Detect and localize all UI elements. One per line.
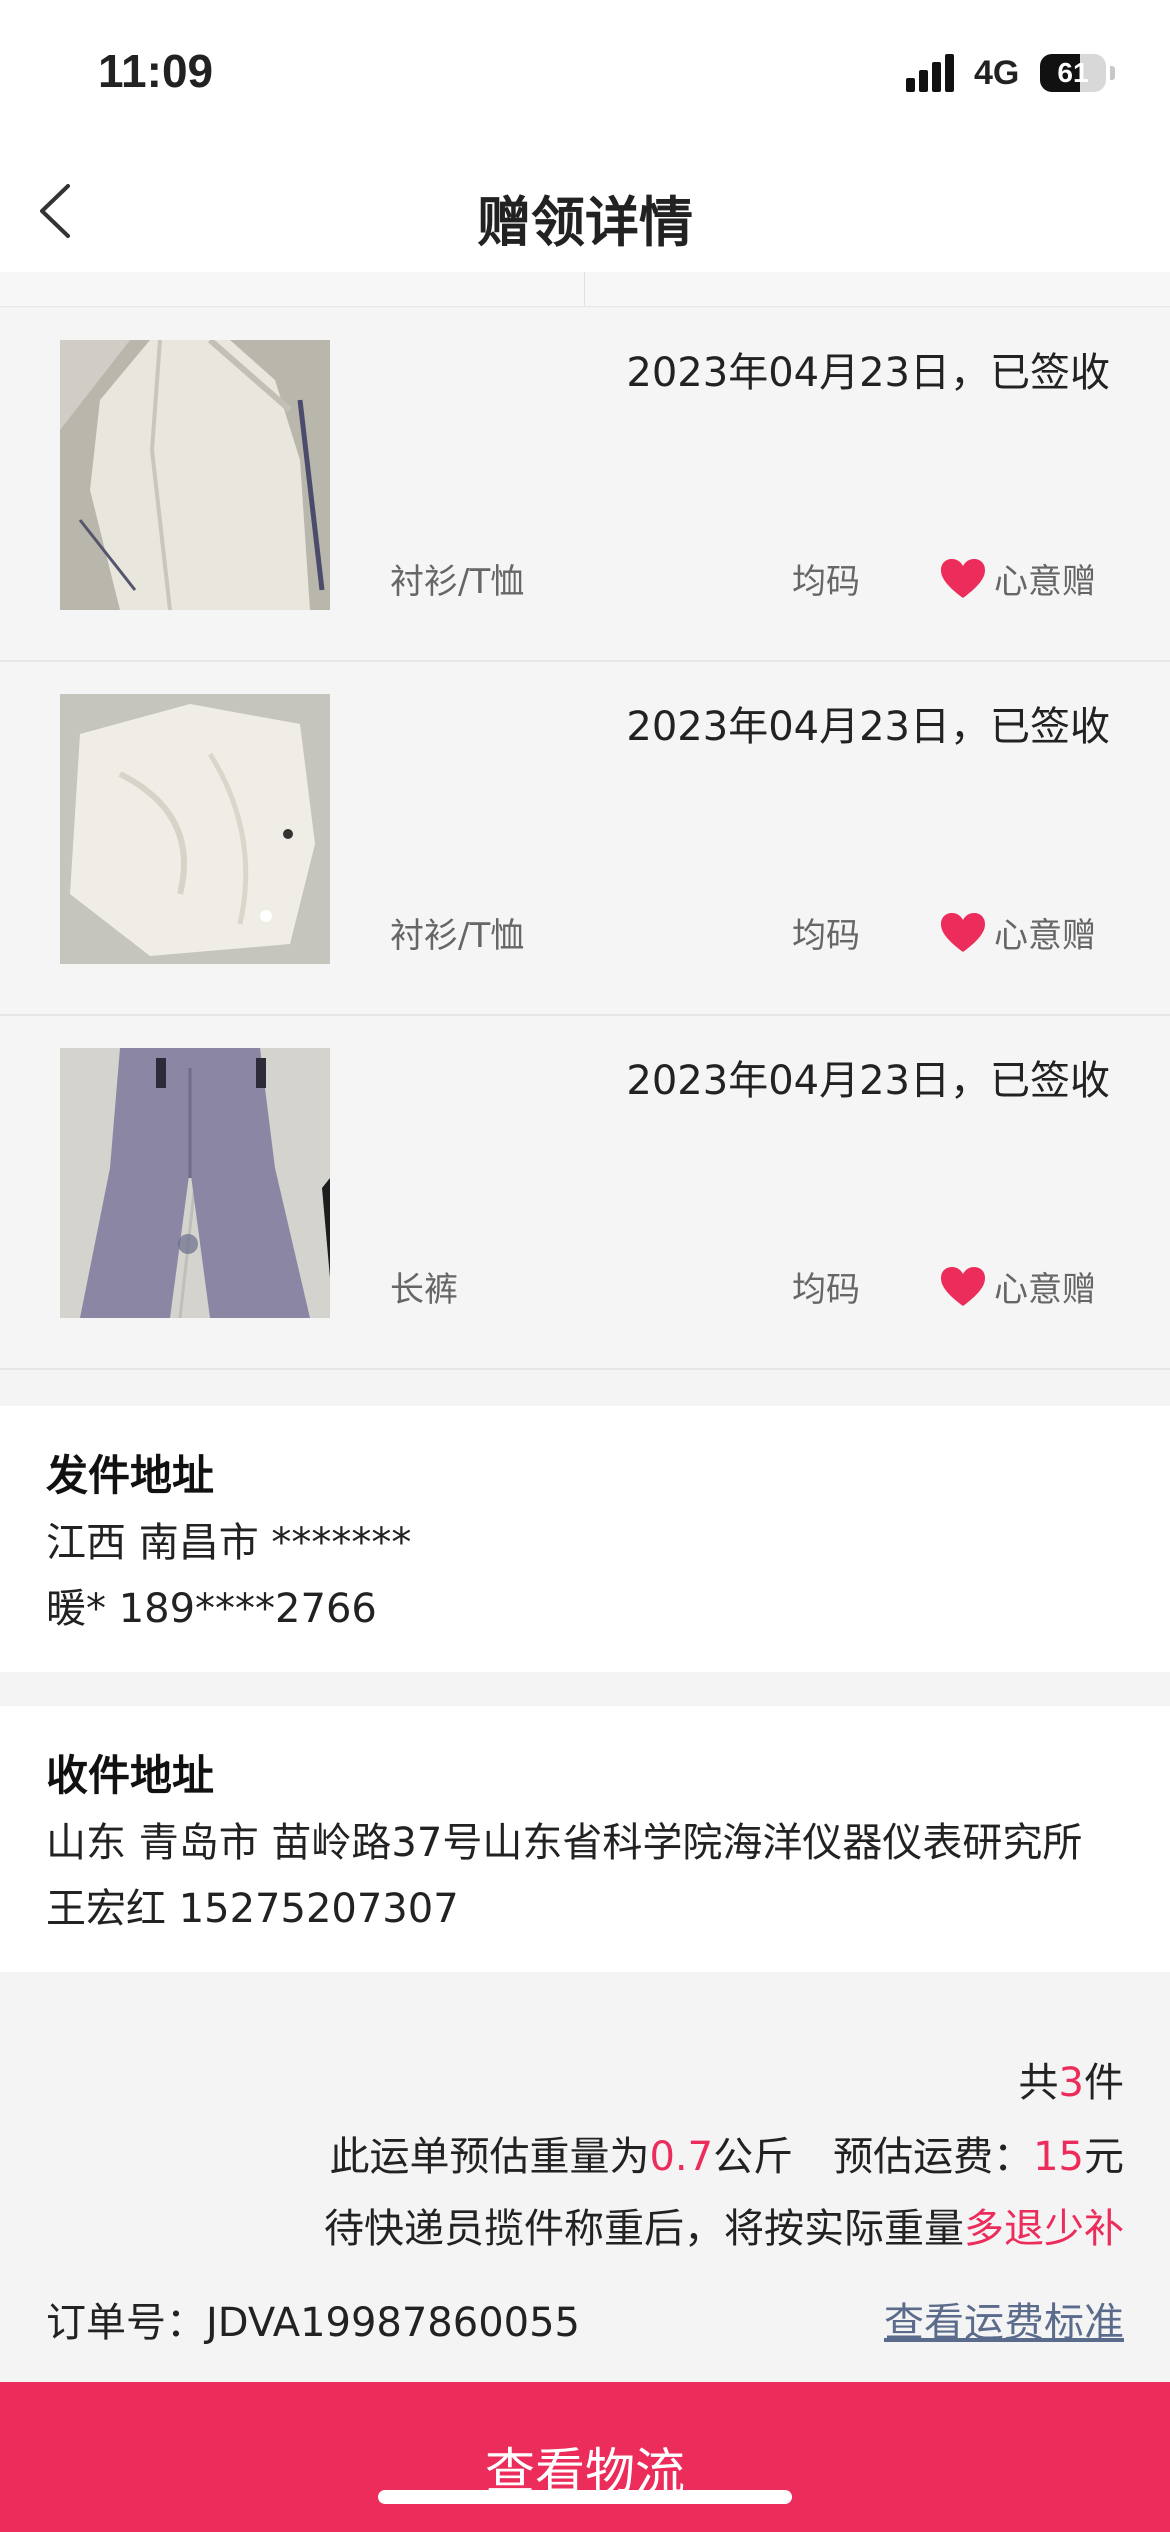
note-prefix: 待快递员揽件称重后，将按实际重量 <box>324 2206 964 2252</box>
gift-item[interactable]: 2023年04月23日，已签收 长裤 均码 心意赠 <box>0 1016 1170 1370</box>
heart-icon <box>941 559 985 598</box>
weight-prefix: 此运单预估重量为 <box>329 2134 650 2180</box>
item-size: 均码 <box>792 1270 860 1310</box>
item-photo <box>60 340 330 610</box>
fee-label: 预估运费： <box>833 2134 1034 2180</box>
item-category: 长裤 <box>390 1270 458 1310</box>
item-status: 2023年04月23日，已签收 <box>626 1058 1110 1104</box>
gift-item[interactable]: 2023年04月23日，已签收 衬衫/T恤 均码 心意赠 <box>0 308 1170 662</box>
receiver-address: 山东 青岛市 苗岭路37号山东省科学院海洋仪器仪表研究所 <box>46 1820 1083 1866</box>
refund-note: 待快递员揽件称重后，将按实际重量多退少补 <box>324 2196 1124 2254</box>
tab-strip <box>0 272 1170 307</box>
weight-value: 0.7 <box>649 2134 714 2180</box>
note-highlight: 多退少补 <box>964 2206 1124 2252</box>
receiver-contact: 王宏红 15275207307 <box>46 1886 459 1932</box>
receiver-address-card: 收件地址 山东 青岛市 苗岭路37号山东省科学院海洋仪器仪表研究所 王宏红 15… <box>0 1706 1170 1972</box>
count-value: 3 <box>1058 2060 1084 2106</box>
battery-icon: 61 <box>1040 54 1106 92</box>
home-indicator <box>378 2490 792 2504</box>
item-tag: 心意赠 <box>994 1270 1096 1310</box>
view-logistics-button[interactable]: 查看物流 <box>0 2382 1170 2532</box>
sender-address: 江西 南昌市 ******* <box>46 1520 412 1566</box>
item-status: 2023年04月23日，已签收 <box>626 704 1110 750</box>
count-suffix: 件 <box>1084 2060 1124 2106</box>
nav-bar: 赠领详情 <box>0 150 1170 272</box>
item-status: 2023年04月23日，已签收 <box>626 350 1110 396</box>
tab-divider <box>584 272 585 306</box>
weight-unit: 公斤 <box>713 2134 794 2180</box>
heart-icon <box>941 1267 985 1306</box>
item-photo <box>60 694 330 964</box>
count-prefix: 共 <box>1018 2060 1059 2106</box>
signal-icon <box>906 52 958 92</box>
gift-item[interactable]: 2023年04月23日，已签收 衬衫/T恤 均码 心意赠 <box>0 662 1170 1016</box>
receiver-heading: 收件地址 <box>46 1751 215 1800</box>
order-value: JDVA19987860055 <box>206 2300 581 2346</box>
status-bar: 11:09 4G 61 <box>0 0 1170 150</box>
battery-cap <box>1110 66 1115 80</box>
fee-value: 15 <box>1033 2134 1084 2180</box>
item-tag: 心意赠 <box>994 916 1096 956</box>
heart-icon <box>941 913 985 952</box>
battery-level: 61 <box>1057 57 1089 88</box>
fee-standard-link[interactable]: 查看运费标准 <box>884 2290 1124 2348</box>
item-photo <box>60 1048 330 1318</box>
network-type: 4G <box>974 54 1020 92</box>
order-number: 订单号：JDVA19987860055 <box>46 2290 580 2348</box>
status-time: 11:09 <box>98 45 214 97</box>
fee-unit: 元 <box>1084 2134 1124 2180</box>
order-label: 订单号： <box>46 2300 206 2346</box>
item-size: 均码 <box>792 916 860 956</box>
item-tag: 心意赠 <box>994 562 1096 602</box>
page-title: 赠领详情 <box>477 191 693 254</box>
shipping-estimate: 此运单预估重量为0.7公斤 预估运费：15元 <box>329 2124 1124 2182</box>
sender-address-card: 发件地址 江西 南昌市 ******* 暖* 189****2766 <box>0 1406 1170 1672</box>
item-size: 均码 <box>792 562 860 602</box>
item-count: 共3件 <box>1019 2050 1124 2108</box>
item-category: 衬衫/T恤 <box>390 562 525 602</box>
item-category: 衬衫/T恤 <box>390 916 525 956</box>
sender-contact: 暖* 189****2766 <box>46 1586 377 1632</box>
sender-heading: 发件地址 <box>46 1451 215 1500</box>
